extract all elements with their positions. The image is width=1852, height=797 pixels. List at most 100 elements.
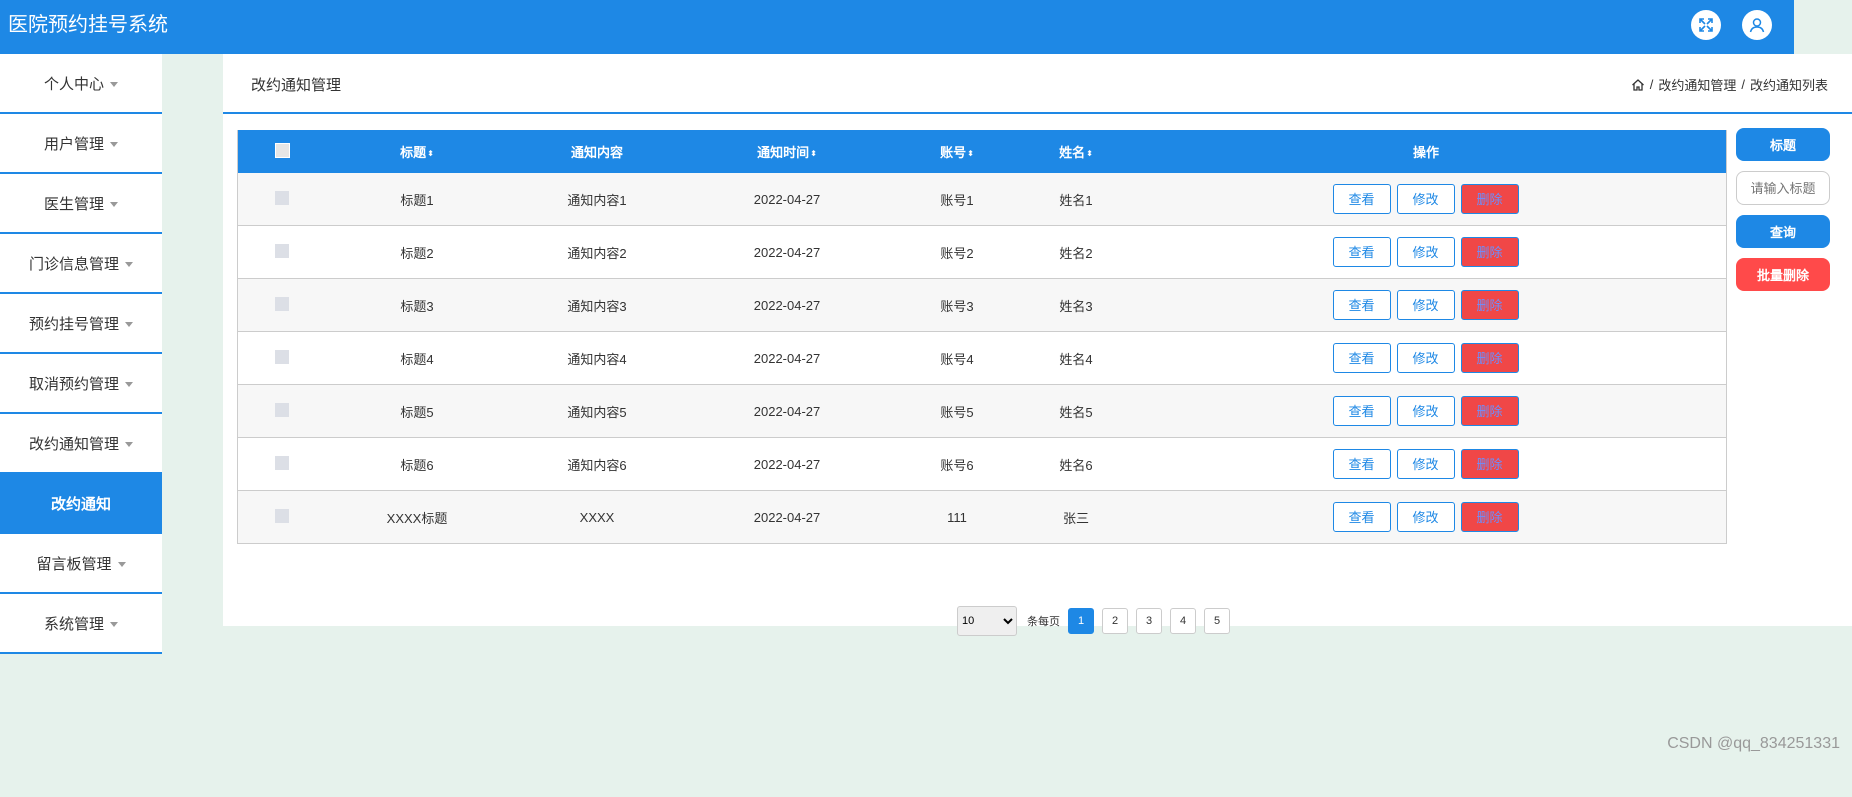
edit-button[interactable]: 修改	[1396, 184, 1455, 214]
page-number[interactable]: 4	[1170, 608, 1196, 634]
edit-button[interactable]: 修改	[1396, 290, 1455, 320]
breadcrumb-separator: /	[1741, 77, 1745, 92]
col-title[interactable]: 标题⬍	[326, 130, 508, 173]
sidebar-item[interactable]: 改约通知	[0, 474, 162, 534]
sidebar-item[interactable]: 取消预约管理	[0, 354, 162, 414]
data-table-wrapper: 标题⬍ 通知内容 通知时间⬍ 账号⬍ 姓名⬍ 操作 标题1 通知内容1 2022-0…	[237, 130, 1727, 544]
delete-button[interactable]: 删除	[1460, 449, 1519, 479]
col-name[interactable]: 姓名⬍	[1026, 130, 1126, 173]
delete-button[interactable]: 删除	[1460, 396, 1519, 426]
col-time[interactable]: 通知时间⬍	[686, 130, 888, 173]
sidebar-item[interactable]: 门诊信息管理	[0, 234, 162, 294]
table-cell	[237, 278, 326, 332]
cell-title: 标题4	[400, 351, 434, 367]
cell-name: 姓名5	[1059, 404, 1093, 420]
watermark: CSDN @qq_834251331	[1667, 735, 1840, 752]
sidebar-item[interactable]: 留言板管理	[0, 534, 162, 594]
title-filter-button[interactable]: 标题	[1736, 128, 1830, 161]
fullscreen-icon	[1699, 18, 1713, 32]
page-number[interactable]: 1	[1068, 608, 1094, 634]
page-title: 改约通知管理	[251, 77, 342, 94]
edit-button[interactable]: 修改	[1396, 449, 1455, 479]
cell-time: 2022-04-27	[753, 350, 821, 366]
col-account[interactable]: 账号⬍	[888, 130, 1026, 173]
fullscreen-button[interactable]	[1691, 10, 1721, 40]
cell-account: 账号4	[940, 351, 974, 367]
cell-name: 姓名2	[1059, 245, 1093, 261]
row-checkbox[interactable]	[275, 190, 289, 205]
view-button[interactable]: 查看	[1332, 237, 1391, 267]
main-content: 改约通知管理 / 改约通知管理 / 改约通知列表 标题⬍ 通知内容 通知时间⬍ …	[223, 54, 1852, 636]
title-search-input[interactable]	[1736, 171, 1830, 205]
table-cell	[237, 384, 326, 438]
col-content-label: 通知内容	[570, 145, 623, 160]
edit-button[interactable]: 修改	[1396, 343, 1455, 373]
page-number[interactable]: 5	[1204, 608, 1230, 634]
row-checkbox[interactable]	[275, 296, 289, 311]
sort-icon[interactable]: ⬍	[1086, 149, 1093, 157]
sort-icon[interactable]: ⬍	[967, 149, 974, 157]
view-button[interactable]: 查看	[1332, 184, 1391, 214]
edit-button[interactable]: 修改	[1396, 237, 1455, 267]
query-button[interactable]: 查询	[1736, 215, 1830, 248]
sidebar-item-label: 预约挂号管理	[28, 315, 119, 333]
sidebar-item-label: 改约通知管理	[28, 435, 119, 453]
user-button[interactable]	[1742, 10, 1772, 40]
pagination: 10 条每页 12345	[957, 606, 1230, 636]
page-number[interactable]: 3	[1136, 608, 1162, 634]
select-all-checkbox[interactable]	[274, 142, 290, 158]
sidebar-item-label: 取消预约管理	[28, 375, 119, 393]
sidebar-item-label: 医生管理	[43, 195, 104, 213]
row-checkbox[interactable]	[275, 349, 289, 364]
cell-title: 标题3	[400, 298, 434, 314]
table-row: 标题5 通知内容5 2022-04-27 账号5 姓名5 查看 修改 删除	[237, 384, 1727, 438]
cell-account: 账号6	[940, 457, 974, 473]
page-header: 改约通知管理 / 改约通知管理 / 改约通知列表	[223, 54, 1852, 114]
row-checkbox[interactable]	[275, 508, 289, 523]
view-button[interactable]: 查看	[1332, 449, 1391, 479]
sidebar-item[interactable]: 个人中心	[0, 54, 162, 114]
table-cell: 标题2	[326, 225, 508, 279]
edit-button[interactable]: 修改	[1396, 502, 1455, 532]
sidebar-item[interactable]: 用户管理	[0, 114, 162, 174]
sort-icon[interactable]: ⬍	[427, 149, 434, 157]
delete-button[interactable]: 删除	[1460, 184, 1519, 214]
table-cell	[237, 490, 326, 544]
row-checkbox[interactable]	[275, 243, 289, 258]
breadcrumb-item-parent[interactable]: 改约通知管理	[1658, 75, 1736, 94]
table-cell: 通知内容5	[508, 384, 686, 438]
sort-icon[interactable]: ⬍	[810, 149, 817, 157]
table-cell: 2022-04-27	[686, 331, 888, 385]
table-cell: 账号1	[888, 173, 1026, 226]
cell-time: 2022-04-27	[753, 244, 821, 260]
sidebar-item-label: 系统管理	[43, 615, 104, 633]
edit-button[interactable]: 修改	[1396, 396, 1455, 426]
sidebar-item[interactable]: 医生管理	[0, 174, 162, 234]
view-button[interactable]: 查看	[1332, 396, 1391, 426]
view-button[interactable]: 查看	[1332, 290, 1391, 320]
row-checkbox[interactable]	[275, 455, 289, 470]
table-cell: 账号3	[888, 278, 1026, 332]
view-button[interactable]: 查看	[1332, 502, 1391, 532]
home-icon[interactable]	[1631, 78, 1645, 92]
cell-content: 通知内容4	[567, 351, 627, 367]
row-checkbox[interactable]	[275, 402, 289, 417]
page-size-select[interactable]: 10	[957, 606, 1017, 636]
delete-button[interactable]: 删除	[1460, 237, 1519, 267]
page-number[interactable]: 2	[1102, 608, 1128, 634]
table-cell: 姓名6	[1026, 437, 1126, 491]
sidebar-item[interactable]: 系统管理	[0, 594, 162, 654]
batch-delete-button[interactable]: 批量删除	[1736, 258, 1830, 291]
sidebar-item[interactable]: 预约挂号管理	[0, 294, 162, 354]
table-row: 标题6 通知内容6 2022-04-27 账号6 姓名6 查看 修改 删除	[237, 437, 1727, 491]
table-cell: 2022-04-27	[686, 384, 888, 438]
sidebar-item[interactable]: 改约通知管理	[0, 414, 162, 474]
delete-button[interactable]: 删除	[1460, 343, 1519, 373]
delete-button[interactable]: 删除	[1460, 502, 1519, 532]
view-button[interactable]: 查看	[1332, 343, 1391, 373]
table-cell: 2022-04-27	[686, 173, 888, 226]
delete-button[interactable]: 删除	[1460, 290, 1519, 320]
search-panel: 标题 查询 批量删除	[1736, 128, 1832, 301]
cell-content: 通知内容5	[567, 404, 627, 420]
cell-time: 2022-04-27	[753, 191, 821, 207]
